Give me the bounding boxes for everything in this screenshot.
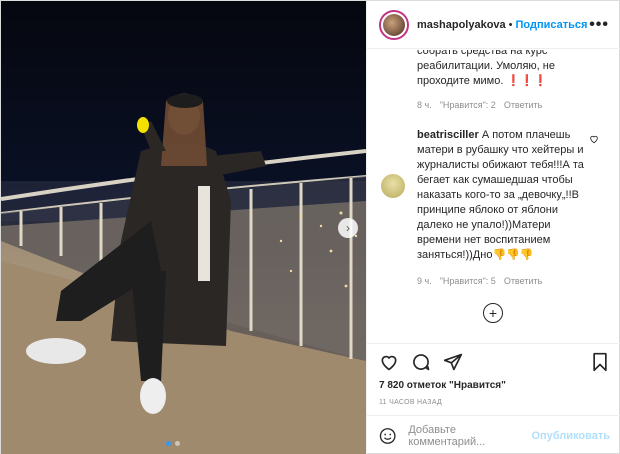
likes-count[interactable]: 7 820 отметок "Нравится" xyxy=(379,380,610,391)
comment-meta: 8 ч. "Нравится": 2 Ответить xyxy=(417,100,542,110)
heart-icon[interactable] xyxy=(379,352,399,372)
follow-button[interactable]: Подписаться xyxy=(516,19,588,31)
share-icon[interactable] xyxy=(443,352,463,372)
comment-text: А потом плачешь матери в рубашку что хей… xyxy=(417,129,584,261)
comment-meta: 9 ч. "Нравится": 5 Ответить xyxy=(417,276,542,286)
bookmark-icon[interactable] xyxy=(590,352,610,372)
comments-list[interactable]: собрать средства на курс реабилитации. У… xyxy=(367,50,620,343)
post-header: mashapolyakova • Подписаться ••• xyxy=(367,1,620,49)
comment-input[interactable]: Добавьте комментарий... xyxy=(408,424,531,448)
carousel-dot xyxy=(175,441,180,446)
action-icons xyxy=(379,344,610,380)
post-actions: 7 820 отметок "Нравится" 11 ЧАСОВ НАЗАД xyxy=(367,343,620,406)
post-photo[interactable]: › xyxy=(1,1,366,454)
publish-button[interactable]: Опубликовать xyxy=(531,430,610,442)
comment-icon[interactable] xyxy=(411,352,431,372)
instagram-post: › mashapolyakova • Подписаться ••• собра… xyxy=(0,0,620,454)
commenter-username[interactable]: beatrisciller xyxy=(417,129,479,141)
comment-text: собрать средства на курс реабилитации. У… xyxy=(417,50,555,87)
reply-button[interactable]: Ответить xyxy=(504,100,542,110)
author-username[interactable]: mashapolyakova xyxy=(417,19,506,31)
carousel-indicator xyxy=(166,441,180,446)
photo-scene xyxy=(1,93,366,454)
author-avatar[interactable] xyxy=(379,9,409,40)
load-more-comments-button[interactable]: + xyxy=(483,303,503,323)
more-icon[interactable]: ••• xyxy=(589,16,609,34)
carousel-next-button[interactable]: › xyxy=(338,218,358,238)
post-side-panel: mashapolyakova • Подписаться ••• собрать… xyxy=(366,1,620,454)
reply-button[interactable]: Ответить xyxy=(504,276,542,286)
heart-icon[interactable] xyxy=(589,134,599,144)
comment-body: beatrisciller А потом плачешь матери в р… xyxy=(417,128,597,263)
post-timestamp: 11 ЧАСОВ НАЗАД xyxy=(379,399,443,406)
header-separator: • xyxy=(508,18,513,31)
comment-time: 8 ч. xyxy=(417,100,432,110)
commenter-avatar[interactable] xyxy=(381,174,405,198)
comment-likes[interactable]: "Нравится": 2 xyxy=(440,100,496,110)
smile-icon[interactable] xyxy=(379,427,396,445)
add-comment-bar: Добавьте комментарий... Опубликовать xyxy=(367,415,620,454)
carousel-dot-active xyxy=(166,441,171,446)
comment-likes[interactable]: "Нравится": 5 xyxy=(440,276,496,286)
comment-time: 9 ч. xyxy=(417,276,432,286)
